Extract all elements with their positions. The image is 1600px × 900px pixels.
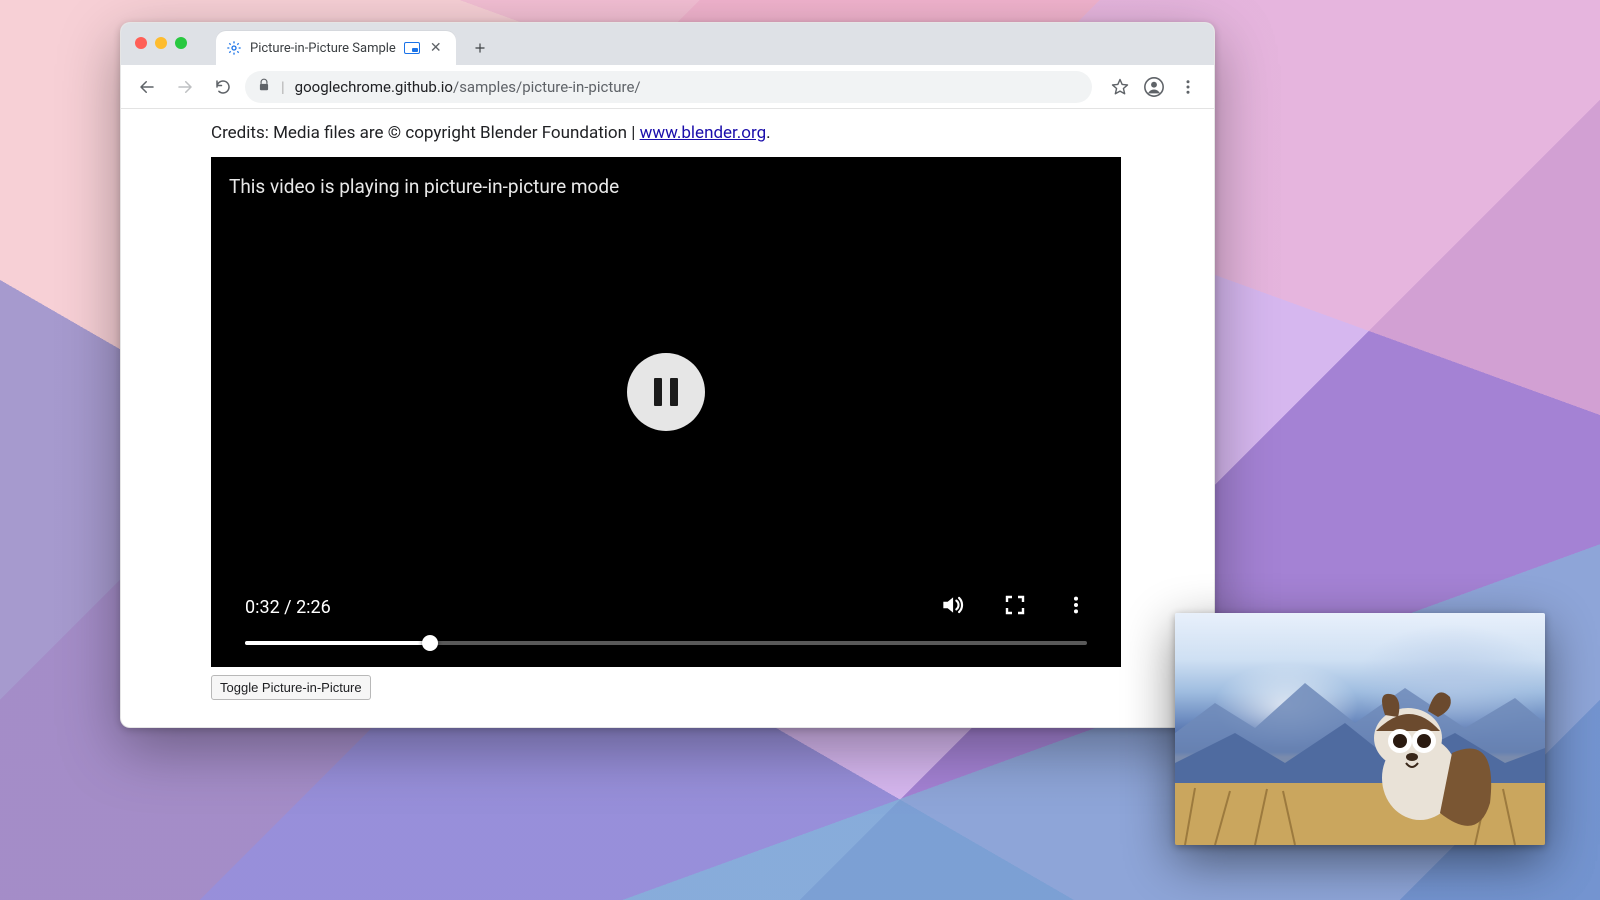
pause-icon bbox=[654, 378, 678, 406]
chrome-menu-button[interactable] bbox=[1172, 71, 1204, 103]
nav-back-button[interactable] bbox=[131, 71, 163, 103]
tab-favicon-icon bbox=[226, 40, 242, 56]
pip-indicator-icon bbox=[404, 42, 420, 54]
pip-video-frame-icon bbox=[1175, 613, 1545, 845]
credits-link[interactable]: www.blender.org bbox=[640, 123, 767, 143]
tab-strip: Picture-in-Picture Sample ✕ bbox=[216, 23, 494, 65]
bookmark-star-button[interactable] bbox=[1104, 71, 1136, 103]
window-controls bbox=[135, 37, 187, 49]
credits-suffix: . bbox=[766, 123, 770, 143]
toolbar-right bbox=[1104, 71, 1204, 103]
credits-line: Credits: Media files are © copyright Ble… bbox=[211, 123, 1123, 143]
titlebar: Picture-in-Picture Sample ✕ bbox=[121, 23, 1214, 65]
video-controls: 0:32 / 2:26 bbox=[211, 592, 1121, 667]
video-player[interactable]: This video is playing in picture-in-pict… bbox=[211, 157, 1121, 667]
profile-avatar-button[interactable] bbox=[1138, 71, 1170, 103]
url-text: googlechrome.github.io/samples/picture-i… bbox=[295, 78, 641, 96]
chrome-window: Picture-in-Picture Sample ✕ | googlechro… bbox=[120, 22, 1215, 728]
browser-tab[interactable]: Picture-in-Picture Sample ✕ bbox=[216, 31, 456, 65]
page-content: Credits: Media files are © copyright Ble… bbox=[121, 109, 1214, 727]
credits-prefix: Credits: Media files are © copyright Ble… bbox=[211, 123, 640, 143]
tab-title: Picture-in-Picture Sample bbox=[250, 41, 396, 56]
toolbar: | googlechrome.github.io/samples/picture… bbox=[121, 65, 1214, 109]
video-progress-bar[interactable] bbox=[245, 641, 1087, 645]
tab-close-button[interactable]: ✕ bbox=[428, 40, 444, 56]
new-tab-button[interactable] bbox=[466, 34, 494, 62]
video-more-button[interactable] bbox=[1065, 594, 1087, 621]
lock-icon bbox=[257, 78, 271, 96]
address-bar[interactable]: | googlechrome.github.io/samples/picture… bbox=[245, 71, 1092, 103]
video-progress-fill bbox=[245, 641, 430, 645]
window-minimize-button[interactable] bbox=[155, 37, 167, 49]
volume-button[interactable] bbox=[939, 592, 965, 623]
window-zoom-button[interactable] bbox=[175, 37, 187, 49]
video-time-display: 0:32 / 2:26 bbox=[245, 597, 331, 618]
url-path: /samples/picture-in-picture/ bbox=[453, 78, 641, 96]
video-progress-thumb[interactable] bbox=[422, 635, 438, 651]
toggle-pip-button[interactable]: Toggle Picture-in-Picture bbox=[211, 675, 371, 700]
nav-forward-button[interactable] bbox=[169, 71, 201, 103]
url-host: googlechrome.github.io bbox=[295, 78, 453, 96]
pip-floating-window[interactable] bbox=[1175, 613, 1545, 845]
fullscreen-button[interactable] bbox=[1003, 593, 1027, 622]
omnibox-separator: | bbox=[281, 78, 285, 96]
reload-button[interactable] bbox=[207, 71, 239, 103]
pip-overlay-message: This video is playing in picture-in-pict… bbox=[229, 175, 619, 198]
video-pause-button[interactable] bbox=[627, 353, 705, 431]
window-close-button[interactable] bbox=[135, 37, 147, 49]
